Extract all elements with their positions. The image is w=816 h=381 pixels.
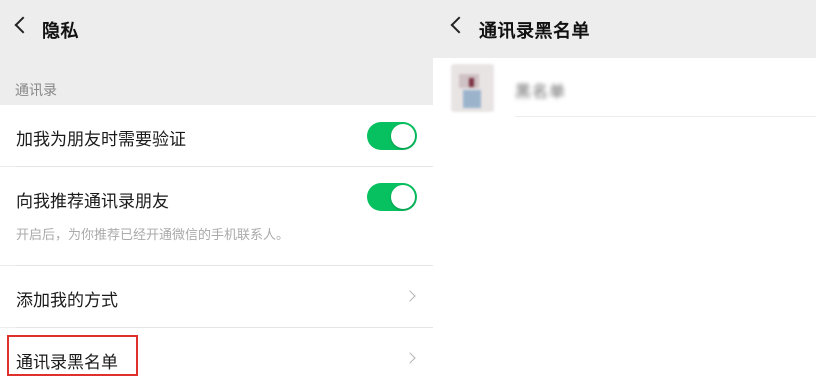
recommend-contacts-toggle[interactable]	[367, 183, 417, 211]
privacy-panel: 隐私 通讯录 加我为朋友时需要验证 向我推荐通讯录朋友 开启后，为你推荐已经开通…	[0, 0, 433, 381]
privacy-navbar: 隐私	[0, 0, 433, 58]
contacts-blacklist-label: 通讯录黑名单	[16, 353, 118, 373]
verify-friend-cell: 加我为朋友时需要验证	[0, 105, 433, 166]
divider	[515, 116, 816, 117]
avatar	[451, 64, 494, 112]
add-me-methods-cell[interactable]: 添加我的方式	[0, 266, 433, 327]
chevron-right-icon	[404, 352, 416, 364]
recommend-contacts-cell: 向我推荐通讯录朋友 开启后，为你推荐已经开通微信的手机联系人。	[0, 167, 433, 265]
page-title: 通讯录黑名单	[479, 21, 590, 42]
blacklist-navbar: 通讯录黑名单	[433, 0, 816, 58]
toggle-knob	[391, 124, 415, 148]
blacklist-panel: 通讯录黑名单 黑名单	[433, 0, 816, 381]
chevron-right-icon	[404, 290, 416, 302]
contact-name: 黑名单	[515, 82, 567, 101]
verify-friend-toggle[interactable]	[367, 122, 417, 150]
page-title: 隐私	[42, 21, 79, 42]
back-arrow-icon[interactable]	[450, 16, 468, 34]
list-item[interactable]: 黑名单	[433, 58, 816, 117]
recommend-contacts-description: 开启后，为你推荐已经开通微信的手机联系人。	[16, 228, 290, 243]
back-arrow-icon[interactable]	[14, 16, 32, 34]
verify-friend-label: 加我为朋友时需要验证	[16, 130, 186, 150]
section-label-contacts: 通讯录	[15, 83, 57, 99]
add-me-methods-label: 添加我的方式	[16, 291, 118, 311]
contacts-blacklist-cell[interactable]: 通讯录黑名单	[0, 328, 433, 381]
toggle-knob	[391, 185, 415, 209]
recommend-contacts-label: 向我推荐通讯录朋友	[16, 192, 169, 212]
